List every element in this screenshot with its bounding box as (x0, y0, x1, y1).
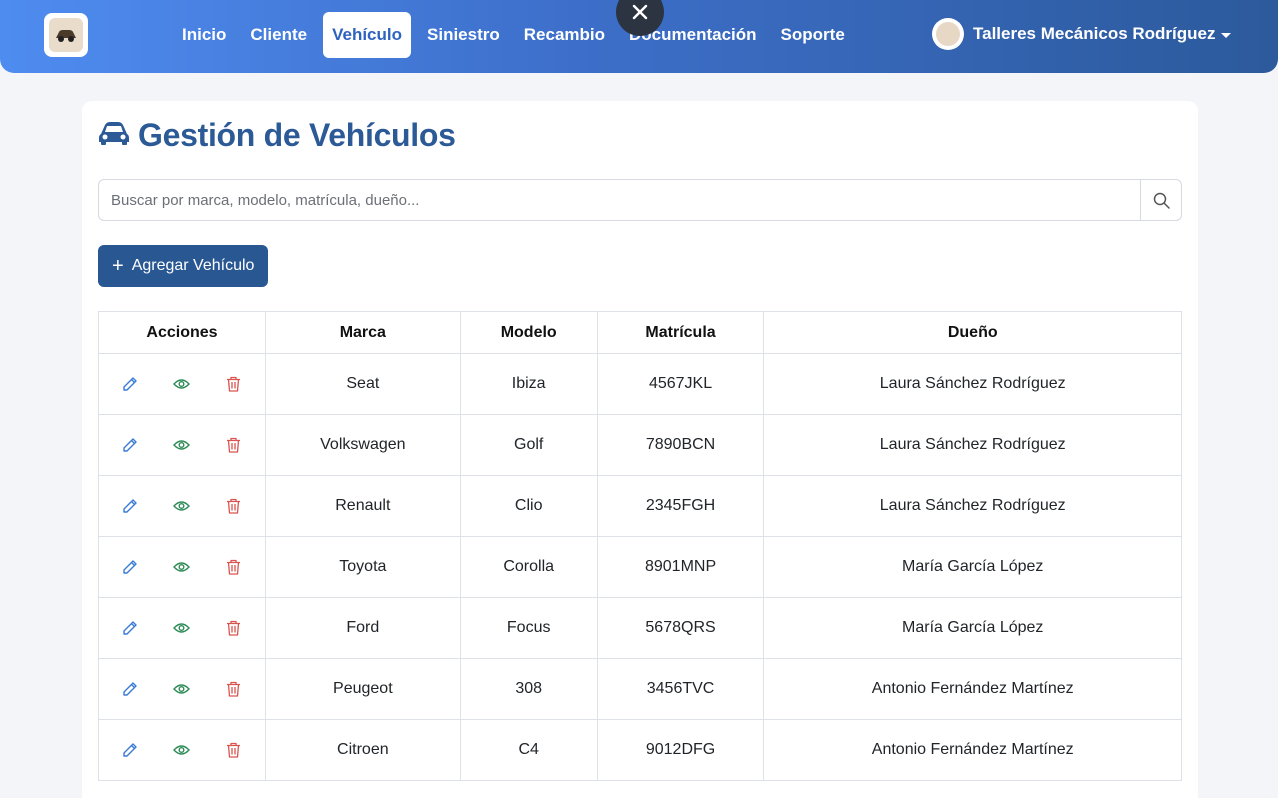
eye-icon[interactable] (173, 680, 191, 698)
vehicles-table: Acciones Marca Modelo Matrícula Dueño Seat Ib… (98, 311, 1182, 781)
pencil-icon[interactable] (121, 375, 139, 393)
eye-icon[interactable] (173, 558, 191, 576)
table-row: Renault Clio 2345FGH Laura Sánchez Rodrígue… (98, 475, 1182, 537)
trash-icon[interactable] (225, 497, 243, 515)
car-icon (98, 120, 130, 151)
table-row: Peugeot 308 3456TVC Antonio Fernández Martí… (98, 658, 1182, 720)
cell-dueno: Laura Sánchez Rodríguez (763, 414, 1182, 476)
avatar (932, 18, 964, 50)
nav-link-siniestro[interactable]: Siniestro (415, 12, 512, 58)
table-row: Volkswagen Golf 7890BCN Laura Sánchez Rodrí… (98, 414, 1182, 476)
pencil-icon[interactable] (121, 558, 139, 576)
add-vehicle-button[interactable]: + Agregar Vehículo (98, 245, 269, 287)
column-header: Marca (264, 311, 461, 354)
cell-modelo: Golf (459, 414, 598, 476)
cell-marca: Ford (264, 597, 461, 659)
trash-icon[interactable] (225, 436, 243, 454)
cell-marca: Citroen (264, 719, 461, 781)
search-input[interactable] (99, 180, 1140, 220)
search-button[interactable] (1140, 180, 1181, 220)
cell-matricula: 4567JKL (596, 353, 765, 415)
actions-cell (98, 536, 266, 598)
column-header: Acciones (98, 311, 266, 354)
cell-modelo: 308 (459, 658, 598, 720)
cell-matricula: 5678QRS (596, 597, 765, 659)
table-row: Toyota Corolla 8901MNP María García López (98, 536, 1182, 598)
pencil-icon[interactable] (121, 741, 139, 759)
actions-cell (98, 719, 266, 781)
actions-cell (98, 475, 266, 537)
cell-matricula: 7890BCN (596, 414, 765, 476)
actions-cell (98, 414, 266, 476)
cell-modelo: Clio (459, 475, 598, 537)
actions-cell (98, 353, 266, 415)
cell-dueno: Antonio Fernández Martínez (763, 719, 1182, 781)
cell-modelo: Focus (459, 597, 598, 659)
cell-dueno: Laura Sánchez Rodríguez (763, 353, 1182, 415)
table-row: Seat Ibiza 4567JKL Laura Sánchez Rodríguez (98, 353, 1182, 415)
pencil-icon[interactable] (121, 680, 139, 698)
caret-down-icon (1221, 32, 1232, 38)
cell-matricula: 3456TVC (596, 658, 765, 720)
cell-marca: Toyota (264, 536, 461, 598)
plus-icon: + (112, 255, 124, 277)
vehicles-card: Gestión de Vehículos + Agregar Vehículo … (82, 101, 1198, 798)
nav-link-vehiculo[interactable]: Vehículo (323, 12, 412, 58)
table-row: Citroen C4 9012DFG Antonio Fernández Martín… (98, 719, 1182, 781)
cell-marca: Peugeot (264, 658, 461, 720)
user-name: Talleres Mecánicos Rodríguez (973, 24, 1216, 43)
search-icon (1153, 192, 1170, 209)
brand-logo[interactable] (44, 13, 88, 57)
cell-matricula: 8901MNP (596, 536, 765, 598)
eye-icon[interactable] (173, 619, 191, 637)
cell-dueno: Laura Sánchez Rodríguez (763, 475, 1182, 537)
search-bar (98, 179, 1182, 221)
cell-matricula: 2345FGH (596, 475, 765, 537)
nav-link-inicio[interactable]: Inicio (170, 12, 238, 58)
pencil-icon[interactable] (121, 436, 139, 454)
cell-dueno: Antonio Fernández Martínez (763, 658, 1182, 720)
cell-matricula: 9012DFG (596, 719, 765, 781)
add-vehicle-label: Agregar Vehículo (131, 257, 255, 274)
user-menu[interactable]: Talleres Mecánicos Rodríguez (932, 18, 1232, 50)
pencil-icon[interactable] (121, 497, 139, 515)
column-header: Dueño (763, 311, 1182, 354)
eye-icon[interactable] (173, 741, 191, 759)
cell-modelo: Corolla (459, 536, 598, 598)
nav-link-soporte[interactable]: Soporte (769, 12, 857, 58)
eye-icon[interactable] (173, 375, 191, 393)
trash-icon[interactable] (225, 619, 243, 637)
column-header: Modelo (459, 311, 598, 354)
cell-marca: Renault (264, 475, 461, 537)
column-header: Matrícula (596, 311, 765, 354)
page-title: Gestión de Vehículos (138, 117, 456, 153)
cell-dueno: María García López (763, 536, 1182, 598)
trash-icon[interactable] (225, 558, 243, 576)
car-logo-icon (49, 18, 83, 52)
cell-modelo: Ibiza (459, 353, 598, 415)
eye-icon[interactable] (173, 436, 191, 454)
pencil-icon[interactable] (121, 619, 139, 637)
trash-icon[interactable] (225, 375, 243, 393)
trash-icon[interactable] (225, 680, 243, 698)
nav-link-cliente[interactable]: Cliente (238, 12, 319, 58)
cell-dueno: María García López (763, 597, 1182, 659)
actions-cell (98, 597, 266, 659)
cell-marca: Seat (264, 353, 461, 415)
trash-icon[interactable] (225, 741, 243, 759)
nav-link-recambio[interactable]: Recambio (512, 12, 617, 58)
table-row: Ford Focus 5678QRS María García López (98, 597, 1182, 659)
nav-menu: Inicio Cliente Vehículo Siniestro Recambio Do… (170, 12, 857, 58)
actions-cell (98, 658, 266, 720)
cell-marca: Volkswagen (264, 414, 461, 476)
eye-icon[interactable] (173, 497, 191, 515)
cell-modelo: C4 (459, 719, 598, 781)
